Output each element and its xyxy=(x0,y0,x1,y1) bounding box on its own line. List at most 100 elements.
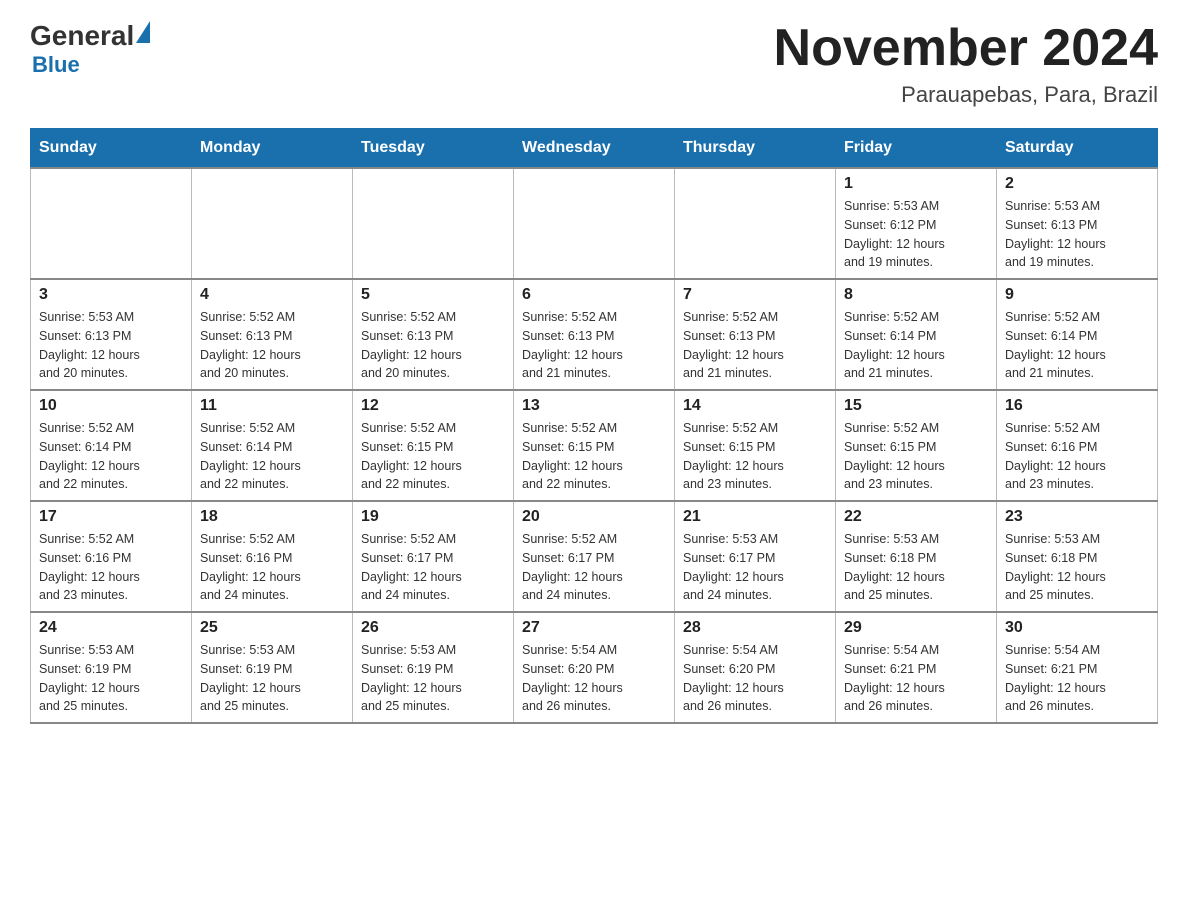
calendar-cell: 18Sunrise: 5:52 AM Sunset: 6:16 PM Dayli… xyxy=(192,501,353,612)
day-number: 26 xyxy=(361,619,505,637)
calendar-cell: 17 Sunrise: 5:52 AM Sunset: 6:16 PM Dayli… xyxy=(31,501,192,612)
weekday-header-wednesday: Wednesday xyxy=(514,129,675,169)
calendar-cell xyxy=(31,168,192,279)
day-number: 29 xyxy=(844,619,988,637)
weekday-header-saturday: Saturday xyxy=(997,129,1158,169)
day-number: 23 xyxy=(1005,508,1149,526)
day-number: 15 xyxy=(844,397,988,415)
weekday-header-sunday: Sunday xyxy=(31,129,192,169)
day-info: Sunrise: 5:53 AM Sunset: 6:18 PM Dayligh… xyxy=(844,530,988,605)
calendar-cell: 4 Sunrise: 5:52 AM Sunset: 6:13 PM Daylig… xyxy=(192,279,353,390)
day-info: Sunrise: 5:52 AM Sunset: 6:17 PM Dayligh… xyxy=(361,530,505,605)
day-number: 25 xyxy=(200,619,344,637)
day-info: Sunrise: 5:53 AM Sunset: 6:19 PM Dayligh… xyxy=(361,641,505,716)
logo-general: General xyxy=(30,20,134,52)
day-number: 14 xyxy=(683,397,827,415)
day-number: 12 xyxy=(361,397,505,415)
weekday-header-monday: Monday xyxy=(192,129,353,169)
day-info: Sunrise: 5:52 AM Sunset: 6:14 PM Dayligh… xyxy=(1005,308,1149,383)
calendar-week-row: 3Sunrise: 5:53 AM Sunset: 6:13 PM Daylig… xyxy=(31,279,1158,390)
day-number: 13 xyxy=(522,397,666,415)
calendar-cell: 16 Sunrise: 5:52 AM Sunset: 6:16 PM Dayli… xyxy=(997,390,1158,501)
weekday-header-tuesday: Tuesday xyxy=(353,129,514,169)
day-number: 20 xyxy=(522,508,666,526)
day-number: 6 xyxy=(522,286,666,304)
calendar-cell: 8Sunrise: 5:52 AM Sunset: 6:14 PM Daylig… xyxy=(836,279,997,390)
calendar-cell: 6 Sunrise: 5:52 AM Sunset: 6:13 PM Daylig… xyxy=(514,279,675,390)
calendar-cell: 26 Sunrise: 5:53 AM Sunset: 6:19 PM Dayli… xyxy=(353,612,514,723)
calendar-table: SundayMondayTuesdayWednesdayThursdayFrid… xyxy=(30,128,1158,724)
logo-blue: Blue xyxy=(32,52,80,78)
day-number: 2 xyxy=(1005,175,1149,193)
day-number: 21 xyxy=(683,508,827,526)
logo-triangle-icon xyxy=(136,21,150,43)
calendar-cell: 23 Sunrise: 5:53 AM Sunset: 6:18 PM Dayli… xyxy=(997,501,1158,612)
calendar-cell xyxy=(192,168,353,279)
day-info: Sunrise: 5:54 AM Sunset: 6:21 PM Dayligh… xyxy=(1005,641,1149,716)
day-number: 11 xyxy=(200,397,344,415)
day-info: Sunrise: 5:54 AM Sunset: 6:21 PM Dayligh… xyxy=(844,641,988,716)
day-number: 9 xyxy=(1005,286,1149,304)
calendar-cell xyxy=(675,168,836,279)
calendar-cell: 21Sunrise: 5:53 AM Sunset: 6:17 PM Dayli… xyxy=(675,501,836,612)
calendar-cell: 1Sunrise: 5:53 AM Sunset: 6:12 PM Daylig… xyxy=(836,168,997,279)
day-info: Sunrise: 5:52 AM Sunset: 6:15 PM Dayligh… xyxy=(844,419,988,494)
calendar-cell: 10 Sunrise: 5:52 AM Sunset: 6:14 PM Dayli… xyxy=(31,390,192,501)
day-info: Sunrise: 5:52 AM Sunset: 6:16 PM Dayligh… xyxy=(1005,419,1149,494)
day-number: 5 xyxy=(361,286,505,304)
day-info: Sunrise: 5:52 AM Sunset: 6:13 PM Dayligh… xyxy=(522,308,666,383)
calendar-cell xyxy=(353,168,514,279)
calendar-week-row: 24Sunrise: 5:53 AM Sunset: 6:19 PM Dayli… xyxy=(31,612,1158,723)
page-header: General Blue November 2024 Parauapebas, … xyxy=(30,20,1158,108)
location-title: Parauapebas, Para, Brazil xyxy=(774,82,1158,108)
day-number: 28 xyxy=(683,619,827,637)
day-info: Sunrise: 5:52 AM Sunset: 6:14 PM Dayligh… xyxy=(39,419,183,494)
calendar-week-row: 10 Sunrise: 5:52 AM Sunset: 6:14 PM Dayli… xyxy=(31,390,1158,501)
day-number: 16 xyxy=(1005,397,1149,415)
day-info: Sunrise: 5:52 AM Sunset: 6:13 PM Dayligh… xyxy=(683,308,827,383)
calendar-cell: 9 Sunrise: 5:52 AM Sunset: 6:14 PM Daylig… xyxy=(997,279,1158,390)
calendar-header-row: SundayMondayTuesdayWednesdayThursdayFrid… xyxy=(31,129,1158,169)
day-info: Sunrise: 5:52 AM Sunset: 6:16 PM Dayligh… xyxy=(200,530,344,605)
day-number: 17 xyxy=(39,508,183,526)
calendar-cell: 13 Sunrise: 5:52 AM Sunset: 6:15 PM Dayli… xyxy=(514,390,675,501)
calendar-cell: 12 Sunrise: 5:52 AM Sunset: 6:15 PM Dayli… xyxy=(353,390,514,501)
day-info: Sunrise: 5:54 AM Sunset: 6:20 PM Dayligh… xyxy=(683,641,827,716)
day-info: Sunrise: 5:53 AM Sunset: 6:19 PM Dayligh… xyxy=(39,641,183,716)
calendar-cell: 22 Sunrise: 5:53 AM Sunset: 6:18 PM Dayli… xyxy=(836,501,997,612)
day-number: 7 xyxy=(683,286,827,304)
calendar-cell: 30Sunrise: 5:54 AM Sunset: 6:21 PM Dayli… xyxy=(997,612,1158,723)
calendar-week-row: 17 Sunrise: 5:52 AM Sunset: 6:16 PM Dayli… xyxy=(31,501,1158,612)
weekday-header-thursday: Thursday xyxy=(675,129,836,169)
day-info: Sunrise: 5:53 AM Sunset: 6:13 PM Dayligh… xyxy=(39,308,183,383)
day-info: Sunrise: 5:52 AM Sunset: 6:16 PM Dayligh… xyxy=(39,530,183,605)
day-info: Sunrise: 5:53 AM Sunset: 6:18 PM Dayligh… xyxy=(1005,530,1149,605)
calendar-week-row: 1Sunrise: 5:53 AM Sunset: 6:12 PM Daylig… xyxy=(31,168,1158,279)
calendar-cell: 2 Sunrise: 5:53 AM Sunset: 6:13 PM Daylig… xyxy=(997,168,1158,279)
day-number: 4 xyxy=(200,286,344,304)
day-info: Sunrise: 5:52 AM Sunset: 6:17 PM Dayligh… xyxy=(522,530,666,605)
calendar-cell: 27 Sunrise: 5:54 AM Sunset: 6:20 PM Dayli… xyxy=(514,612,675,723)
calendar-cell: 11 Sunrise: 5:52 AM Sunset: 6:14 PM Dayli… xyxy=(192,390,353,501)
calendar-cell: 29 Sunrise: 5:54 AM Sunset: 6:21 PM Dayli… xyxy=(836,612,997,723)
day-info: Sunrise: 5:53 AM Sunset: 6:13 PM Dayligh… xyxy=(1005,197,1149,272)
calendar-cell: 5 Sunrise: 5:52 AM Sunset: 6:13 PM Daylig… xyxy=(353,279,514,390)
day-number: 27 xyxy=(522,619,666,637)
weekday-header-friday: Friday xyxy=(836,129,997,169)
day-number: 10 xyxy=(39,397,183,415)
day-info: Sunrise: 5:52 AM Sunset: 6:13 PM Dayligh… xyxy=(361,308,505,383)
calendar-cell: 28 Sunrise: 5:54 AM Sunset: 6:20 PM Dayli… xyxy=(675,612,836,723)
day-info: Sunrise: 5:52 AM Sunset: 6:14 PM Dayligh… xyxy=(844,308,988,383)
day-info: Sunrise: 5:53 AM Sunset: 6:12 PM Dayligh… xyxy=(844,197,988,272)
day-info: Sunrise: 5:52 AM Sunset: 6:14 PM Dayligh… xyxy=(200,419,344,494)
day-info: Sunrise: 5:52 AM Sunset: 6:15 PM Dayligh… xyxy=(522,419,666,494)
day-info: Sunrise: 5:52 AM Sunset: 6:15 PM Dayligh… xyxy=(361,419,505,494)
calendar-cell: 25Sunrise: 5:53 AM Sunset: 6:19 PM Dayli… xyxy=(192,612,353,723)
calendar-cell xyxy=(514,168,675,279)
day-info: Sunrise: 5:54 AM Sunset: 6:20 PM Dayligh… xyxy=(522,641,666,716)
calendar-cell: 3Sunrise: 5:53 AM Sunset: 6:13 PM Daylig… xyxy=(31,279,192,390)
day-info: Sunrise: 5:52 AM Sunset: 6:13 PM Dayligh… xyxy=(200,308,344,383)
day-number: 19 xyxy=(361,508,505,526)
day-number: 22 xyxy=(844,508,988,526)
day-info: Sunrise: 5:52 AM Sunset: 6:15 PM Dayligh… xyxy=(683,419,827,494)
